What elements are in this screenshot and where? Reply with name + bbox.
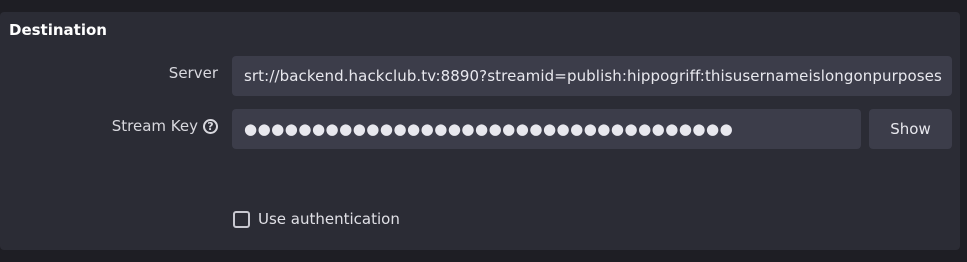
server-label: Server bbox=[169, 64, 218, 82]
server-label-text: Server bbox=[168, 64, 218, 82]
use-authentication-row[interactable]: Use authentication bbox=[233, 210, 400, 228]
use-authentication-label[interactable]: Use authentication bbox=[258, 210, 400, 228]
server-input[interactable]: srt://backend.hackclub.tv:8890?streamid=… bbox=[232, 56, 952, 96]
group-title: Destination bbox=[9, 21, 107, 39]
stream-key-masked-value: ●●●●●●●●●●●●●●●●●●●●●●●●●●●●●●●●●●●● bbox=[244, 120, 734, 138]
question-circle-icon[interactable]: ? bbox=[203, 118, 218, 134]
destination-group: Destination Server srt://backend.hackclu… bbox=[0, 12, 960, 250]
stream-key-label-text: Stream Key bbox=[111, 117, 198, 135]
server-input-value: srt://backend.hackclub.tv:8890?streamid=… bbox=[244, 67, 942, 85]
stream-key-input[interactable]: ●●●●●●●●●●●●●●●●●●●●●●●●●●●●●●●●●●●● bbox=[232, 109, 861, 149]
show-button[interactable]: Show bbox=[869, 109, 952, 149]
stream-key-label: Stream Key ? bbox=[112, 117, 218, 135]
use-authentication-checkbox[interactable] bbox=[233, 210, 250, 228]
